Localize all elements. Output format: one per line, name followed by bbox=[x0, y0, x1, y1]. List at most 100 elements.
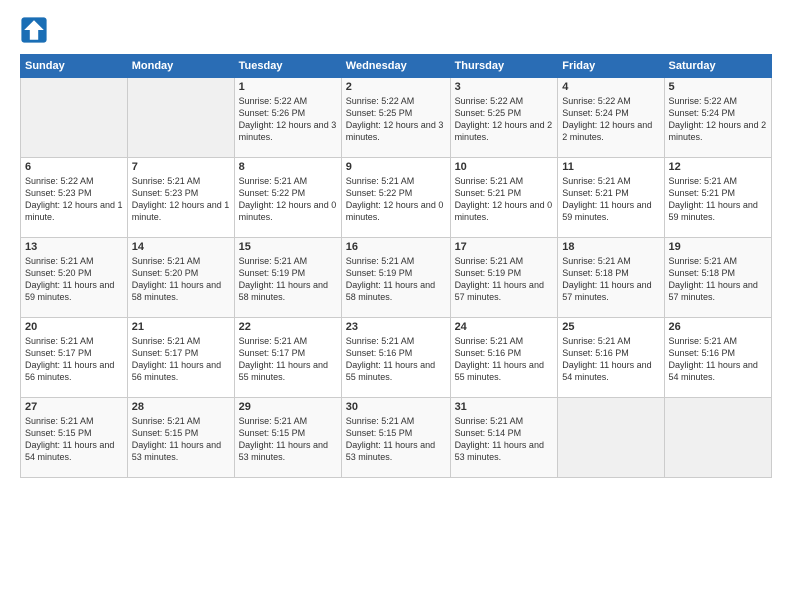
day-detail: Sunrise: 5:21 AM Sunset: 5:16 PM Dayligh… bbox=[346, 335, 446, 384]
day-detail: Sunrise: 5:21 AM Sunset: 5:16 PM Dayligh… bbox=[562, 335, 659, 384]
day-detail: Sunrise: 5:21 AM Sunset: 5:18 PM Dayligh… bbox=[669, 255, 767, 304]
day-detail: Sunrise: 5:21 AM Sunset: 5:19 PM Dayligh… bbox=[239, 255, 337, 304]
day-detail: Sunrise: 5:21 AM Sunset: 5:17 PM Dayligh… bbox=[132, 335, 230, 384]
day-detail: Sunrise: 5:22 AM Sunset: 5:24 PM Dayligh… bbox=[562, 95, 659, 144]
calendar-cell: 15Sunrise: 5:21 AM Sunset: 5:19 PM Dayli… bbox=[234, 238, 341, 318]
day-detail: Sunrise: 5:22 AM Sunset: 5:24 PM Dayligh… bbox=[669, 95, 767, 144]
day-detail: Sunrise: 5:22 AM Sunset: 5:25 PM Dayligh… bbox=[455, 95, 554, 144]
calendar-cell: 10Sunrise: 5:21 AM Sunset: 5:21 PM Dayli… bbox=[450, 158, 558, 238]
calendar-cell: 19 Sunrise: 5:21 AM Sunset: 5:18 PM Dayli… bbox=[664, 238, 771, 318]
calendar-cell: 18 Sunrise: 5:21 AM Sunset: 5:18 PM Dayli… bbox=[558, 238, 664, 318]
calendar-cell bbox=[664, 398, 771, 478]
calendar-cell bbox=[21, 78, 128, 158]
calendar-week-row: 6Sunrise: 5:22 AM Sunset: 5:23 PM Daylig… bbox=[21, 158, 772, 238]
weekday-header: Wednesday bbox=[341, 55, 450, 78]
weekday-header: Tuesday bbox=[234, 55, 341, 78]
day-detail: Sunrise: 5:21 AM Sunset: 5:15 PM Dayligh… bbox=[346, 415, 446, 464]
logo-icon bbox=[20, 16, 48, 44]
calendar-week-row: 13 Sunrise: 5:21 AM Sunset: 5:20 PM Dayli… bbox=[21, 238, 772, 318]
calendar-cell: 7 Sunrise: 5:21 AM Sunset: 5:23 PM Daylig… bbox=[127, 158, 234, 238]
calendar-cell: 13Sunrise: 5:21 AM Sunset: 5:20 PM Dayli… bbox=[21, 238, 128, 318]
calendar-cell: 8 Sunrise: 5:21 AM Sunset: 5:22 PM Daylig… bbox=[234, 158, 341, 238]
calendar-cell: 20 Sunrise: 5:21 AM Sunset: 5:17 PM Dayli… bbox=[21, 318, 128, 398]
day-detail: Sunrise: 5:21 AM Sunset: 5:23 PM Dayligh… bbox=[132, 175, 230, 224]
day-number: 9 bbox=[346, 161, 446, 173]
calendar-cell: 30 Sunrise: 5:21 AM Sunset: 5:15 PM Dayli… bbox=[341, 398, 450, 478]
day-number: 2 bbox=[346, 81, 446, 93]
day-number: 30 bbox=[346, 401, 446, 413]
day-number: 1 bbox=[239, 81, 337, 93]
day-number: 20 bbox=[25, 321, 123, 333]
logo bbox=[20, 16, 52, 44]
day-detail: Sunrise: 5:21 AM Sunset: 5:17 PM Dayligh… bbox=[25, 335, 123, 384]
day-detail: Sunrise: 5:21 AM Sunset: 5:20 PM Dayligh… bbox=[132, 255, 230, 304]
day-number: 29 bbox=[239, 401, 337, 413]
day-number: 8 bbox=[239, 161, 337, 173]
day-number: 17 bbox=[455, 241, 554, 253]
day-number: 19 bbox=[669, 241, 767, 253]
day-number: 21 bbox=[132, 321, 230, 333]
calendar-week-row: 27Sunrise: 5:21 AM Sunset: 5:15 PM Dayli… bbox=[21, 398, 772, 478]
day-detail: Sunrise: 5:22 AM Sunset: 5:26 PM Dayligh… bbox=[239, 95, 337, 144]
day-number: 3 bbox=[455, 81, 554, 93]
day-number: 26 bbox=[669, 321, 767, 333]
day-detail: Sunrise: 5:21 AM Sunset: 5:15 PM Dayligh… bbox=[25, 415, 123, 464]
calendar-cell: 16 Sunrise: 5:21 AM Sunset: 5:19 PM Dayli… bbox=[341, 238, 450, 318]
day-number: 16 bbox=[346, 241, 446, 253]
calendar-cell: 23 Sunrise: 5:21 AM Sunset: 5:16 PM Dayli… bbox=[341, 318, 450, 398]
calendar-cell: 1 Sunrise: 5:22 AM Sunset: 5:26 PM Daylig… bbox=[234, 78, 341, 158]
weekday-header: Friday bbox=[558, 55, 664, 78]
day-detail: Sunrise: 5:21 AM Sunset: 5:19 PM Dayligh… bbox=[346, 255, 446, 304]
day-number: 4 bbox=[562, 81, 659, 93]
day-number: 23 bbox=[346, 321, 446, 333]
calendar-cell: 22Sunrise: 5:21 AM Sunset: 5:17 PM Dayli… bbox=[234, 318, 341, 398]
calendar-cell bbox=[127, 78, 234, 158]
calendar-week-row: 20 Sunrise: 5:21 AM Sunset: 5:17 PM Dayli… bbox=[21, 318, 772, 398]
calendar-cell: 26Sunrise: 5:21 AM Sunset: 5:16 PM Dayli… bbox=[664, 318, 771, 398]
day-detail: Sunrise: 5:21 AM Sunset: 5:18 PM Dayligh… bbox=[562, 255, 659, 304]
calendar-cell: 28 Sunrise: 5:21 AM Sunset: 5:15 PM Dayli… bbox=[127, 398, 234, 478]
day-detail: Sunrise: 5:21 AM Sunset: 5:14 PM Dayligh… bbox=[455, 415, 554, 464]
day-detail: Sunrise: 5:21 AM Sunset: 5:16 PM Dayligh… bbox=[455, 335, 554, 384]
day-detail: Sunrise: 5:21 AM Sunset: 5:22 PM Dayligh… bbox=[239, 175, 337, 224]
header bbox=[20, 16, 772, 44]
weekday-header: Monday bbox=[127, 55, 234, 78]
day-number: 10 bbox=[455, 161, 554, 173]
day-number: 25 bbox=[562, 321, 659, 333]
calendar-week-row: 1 Sunrise: 5:22 AM Sunset: 5:26 PM Daylig… bbox=[21, 78, 772, 158]
calendar-cell: 5 Sunrise: 5:22 AM Sunset: 5:24 PM Daylig… bbox=[664, 78, 771, 158]
calendar: SundayMondayTuesdayWednesdayThursdayFrid… bbox=[20, 54, 772, 478]
day-number: 11 bbox=[562, 161, 659, 173]
day-number: 31 bbox=[455, 401, 554, 413]
calendar-cell: 25 Sunrise: 5:21 AM Sunset: 5:16 PM Dayli… bbox=[558, 318, 664, 398]
weekday-header: Sunday bbox=[21, 55, 128, 78]
day-number: 5 bbox=[669, 81, 767, 93]
calendar-cell: 31 Sunrise: 5:21 AM Sunset: 5:14 PM Dayli… bbox=[450, 398, 558, 478]
day-number: 28 bbox=[132, 401, 230, 413]
page: SundayMondayTuesdayWednesdayThursdayFrid… bbox=[0, 0, 792, 612]
calendar-cell: 4 Sunrise: 5:22 AM Sunset: 5:24 PM Daylig… bbox=[558, 78, 664, 158]
day-number: 14 bbox=[132, 241, 230, 253]
calendar-cell: 29 Sunrise: 5:21 AM Sunset: 5:15 PM Dayli… bbox=[234, 398, 341, 478]
day-detail: Sunrise: 5:21 AM Sunset: 5:17 PM Dayligh… bbox=[239, 335, 337, 384]
calendar-header-row: SundayMondayTuesdayWednesdayThursdayFrid… bbox=[21, 55, 772, 78]
day-detail: Sunrise: 5:21 AM Sunset: 5:15 PM Dayligh… bbox=[132, 415, 230, 464]
calendar-cell: 12 Sunrise: 5:21 AM Sunset: 5:21 PM Dayli… bbox=[664, 158, 771, 238]
day-detail: Sunrise: 5:21 AM Sunset: 5:21 PM Dayligh… bbox=[669, 175, 767, 224]
day-number: 12 bbox=[669, 161, 767, 173]
calendar-cell: 6Sunrise: 5:22 AM Sunset: 5:23 PM Daylig… bbox=[21, 158, 128, 238]
day-number: 24 bbox=[455, 321, 554, 333]
calendar-cell bbox=[558, 398, 664, 478]
day-number: 18 bbox=[562, 241, 659, 253]
calendar-cell: 11 Sunrise: 5:21 AM Sunset: 5:21 PM Dayli… bbox=[558, 158, 664, 238]
calendar-cell: 14 Sunrise: 5:21 AM Sunset: 5:20 PM Dayli… bbox=[127, 238, 234, 318]
day-detail: Sunrise: 5:21 AM Sunset: 5:15 PM Dayligh… bbox=[239, 415, 337, 464]
day-number: 13 bbox=[25, 241, 123, 253]
day-detail: Sunrise: 5:21 AM Sunset: 5:21 PM Dayligh… bbox=[562, 175, 659, 224]
day-detail: Sunrise: 5:21 AM Sunset: 5:22 PM Dayligh… bbox=[346, 175, 446, 224]
calendar-cell: 2Sunrise: 5:22 AM Sunset: 5:25 PM Daylig… bbox=[341, 78, 450, 158]
day-number: 6 bbox=[25, 161, 123, 173]
calendar-cell: 27Sunrise: 5:21 AM Sunset: 5:15 PM Dayli… bbox=[21, 398, 128, 478]
day-number: 7 bbox=[132, 161, 230, 173]
calendar-cell: 3 Sunrise: 5:22 AM Sunset: 5:25 PM Daylig… bbox=[450, 78, 558, 158]
